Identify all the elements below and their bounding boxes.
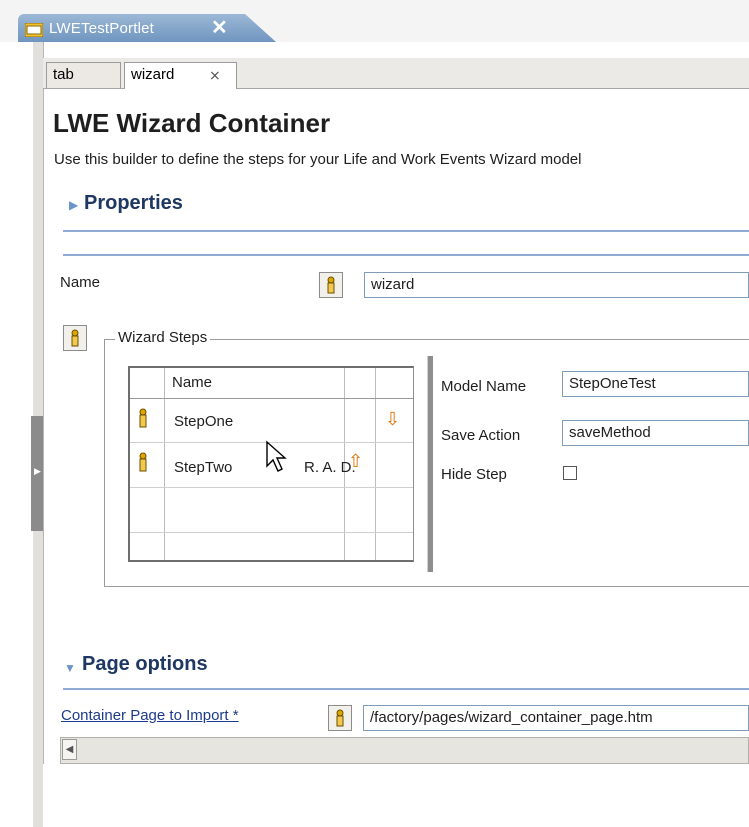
editor-tab-title: LWETestPortlet: [49, 20, 155, 37]
scroll-left-icon[interactable]: ◀: [62, 739, 77, 760]
table-row-divider: [130, 487, 413, 488]
save-action-label: Save Action: [441, 427, 521, 444]
model-name-label: Model Name: [441, 378, 527, 395]
divider: [63, 688, 749, 690]
wizard-steps-group-label: Wizard Steps: [115, 329, 211, 346]
table-row-name[interactable]: StepOne: [174, 413, 233, 430]
horizontal-scrollbar[interactable]: [60, 737, 749, 764]
person-icon-button[interactable]: [319, 272, 343, 298]
tab-wizard[interactable]: wizard ⨯: [124, 62, 237, 89]
arrow-down-icon[interactable]: ⇩: [385, 409, 400, 430]
tab-tab[interactable]: tab: [46, 62, 121, 88]
pane-divider[interactable]: [427, 356, 433, 572]
person-icon: [137, 408, 149, 433]
person-icon-button[interactable]: [63, 325, 87, 351]
chevron-right-icon: ▶: [34, 466, 41, 476]
hide-step-label: Hide Step: [441, 466, 507, 483]
container-page-link[interactable]: Container Page to Import *: [61, 707, 239, 724]
hide-step-checkbox[interactable]: [563, 466, 577, 480]
arrow-up-icon[interactable]: ⇧: [348, 451, 363, 472]
divider: [63, 254, 749, 256]
close-icon[interactable]: ⨯: [209, 63, 221, 87]
expand-icon[interactable]: ▶: [69, 198, 78, 212]
bottom-area: [43, 764, 749, 827]
page-description: Use this builder to define the steps for…: [54, 151, 582, 168]
table-row-divider: [130, 532, 413, 533]
container-page-field[interactable]: /factory/pages/wizard_container_page.htm: [363, 705, 749, 731]
page-title: LWE Wizard Container: [53, 108, 331, 138]
portlet-icon: [24, 22, 44, 38]
table-header-divider: [130, 398, 413, 399]
name-label: Name: [60, 274, 101, 291]
person-icon: [137, 452, 149, 477]
close-icon[interactable]: ✕: [211, 15, 228, 40]
person-icon-button[interactable]: [328, 705, 352, 731]
mouse-cursor-icon: [265, 440, 291, 479]
page-options-section-title[interactable]: Page options: [82, 653, 208, 676]
collapse-icon[interactable]: ▼: [64, 661, 76, 675]
save-action-field[interactable]: saveMethod: [562, 420, 749, 446]
table-header-name[interactable]: Name: [172, 374, 212, 391]
table-row-name[interactable]: StepTwo: [174, 459, 232, 476]
properties-section-title[interactable]: Properties: [84, 192, 183, 215]
tab-wizard-label: wizard: [131, 66, 175, 83]
tab-tab-label: tab: [53, 66, 74, 83]
name-field[interactable]: wizard: [364, 272, 749, 298]
model-name-field[interactable]: StepOneTest: [562, 371, 749, 397]
divider: [63, 230, 749, 232]
